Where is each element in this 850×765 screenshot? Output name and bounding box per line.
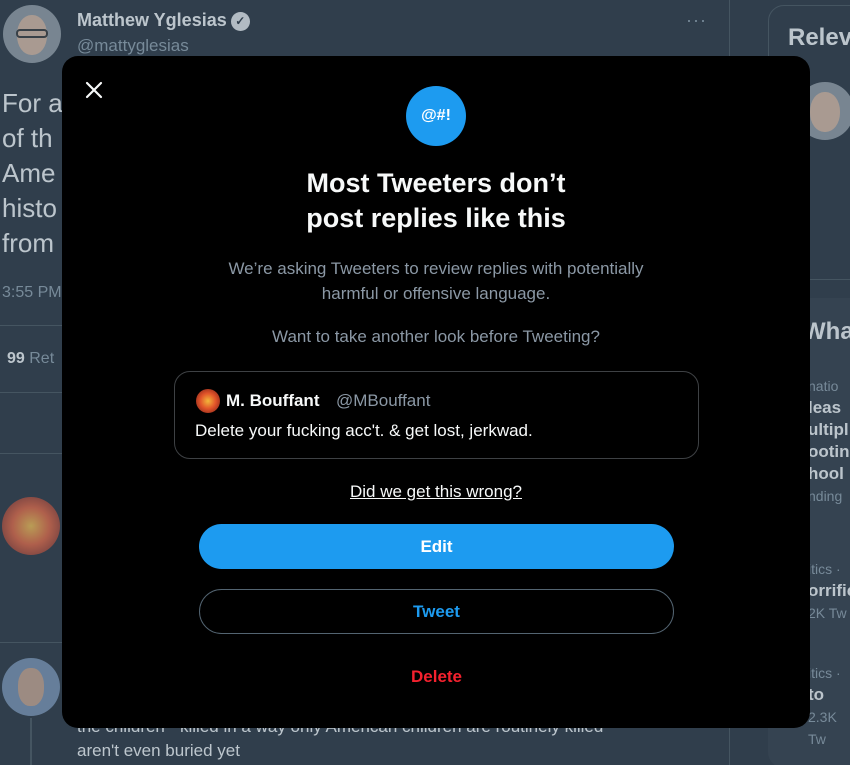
dialog-title: Most Tweeters don’t post replies like th…: [62, 166, 810, 236]
feedback-link[interactable]: Did we get this wrong?: [62, 482, 810, 502]
reply-prompt-dialog: @#! Most Tweeters don’t post replies lik…: [62, 56, 810, 728]
delete-button[interactable]: Delete: [199, 654, 674, 699]
reply-preview-card: M. Bouffant @MBouffant Delete your fucki…: [174, 371, 699, 459]
preview-reply-text: Delete your fucking acc't. & get lost, j…: [195, 421, 533, 440]
close-button[interactable]: [78, 74, 110, 106]
edit-button[interactable]: Edit: [199, 524, 674, 569]
tweet-button[interactable]: Tweet: [199, 589, 674, 634]
dialog-question: Want to take another look before Tweetin…: [272, 327, 600, 346]
preview-author-handle: @MBouffant: [336, 391, 431, 410]
avatar: [196, 389, 220, 413]
dialog-description: We’re asking Tweeters to review replies …: [62, 256, 810, 306]
close-icon: [85, 81, 103, 99]
dialog-description-line: We’re asking Tweeters to review replies …: [228, 259, 644, 278]
dialog-description-line: harmful or offensive language.: [321, 284, 551, 303]
dialog-title-line: Most Tweeters don’t: [306, 168, 566, 198]
offensive-language-badge-icon: @#!: [406, 86, 466, 146]
dialog-title-line: post replies like this: [306, 203, 566, 233]
preview-author-name: M. Bouffant: [226, 391, 320, 410]
